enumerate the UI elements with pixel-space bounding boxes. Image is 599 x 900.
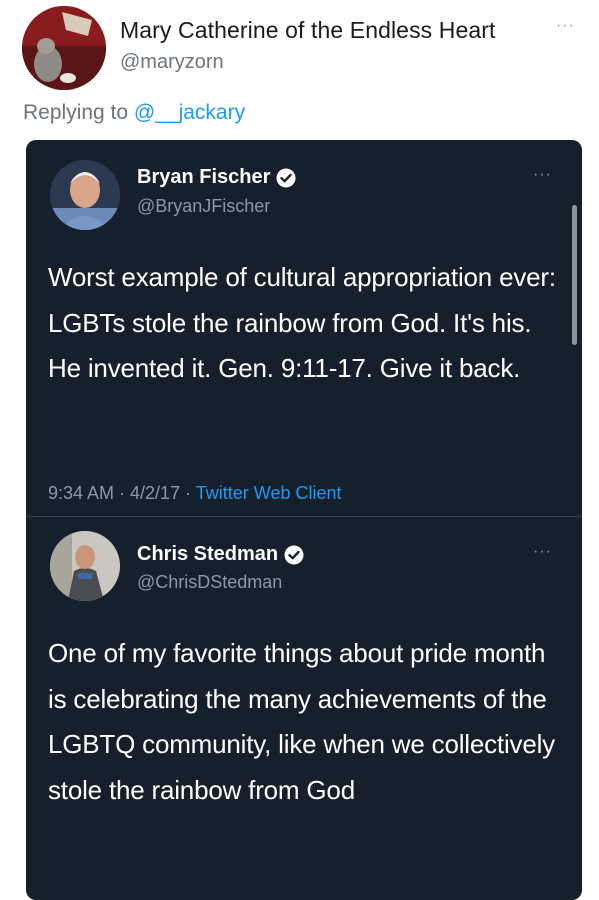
tweet-text: One of my favorite things about pride mo…: [48, 638, 555, 805]
author-name-text: Chris Stedman: [137, 543, 279, 565]
verified-badge-icon: [284, 545, 304, 564]
tweet-text: Worst example of cultural appropriation …: [48, 262, 556, 383]
outer-tweet-header: Mary Catherine of the Endless Heart @mar…: [0, 0, 599, 92]
avatar-photo-icon: [50, 531, 120, 601]
tweet-timestamp: 9:34 AM · 4/2/17 · Twitter Web Client: [48, 483, 341, 504]
quoted-screenshot-card: Bryan Fischer @BryanJFischer ··· Worst e…: [26, 140, 582, 900]
tweet-time[interactable]: 9:34 AM · 4/2/17 ·: [48, 483, 196, 503]
avatar[interactable]: [50, 160, 120, 230]
verified-badge-icon: [276, 168, 296, 187]
author-name-text: Bryan Fischer: [137, 166, 271, 188]
avatar-photo-icon: [22, 6, 106, 90]
avatar[interactable]: [50, 531, 120, 601]
tweet-chris-stedman: Chris Stedman @ChrisDStedman ··· One of …: [26, 517, 582, 897]
replying-mention-link[interactable]: @__jackary: [134, 101, 245, 124]
more-options-icon[interactable]: ···: [533, 543, 552, 561]
tweet-author-name[interactable]: Chris Stedman: [137, 543, 304, 566]
replying-to: Replying to @__jackary: [23, 101, 245, 125]
tweet-author-handle[interactable]: @ChrisDStedman: [137, 572, 282, 593]
tweet-author-handle[interactable]: @BryanJFischer: [137, 196, 270, 217]
outer-user-name[interactable]: Mary Catherine of the Endless Heart: [120, 17, 496, 44]
tweet-author-name[interactable]: Bryan Fischer: [137, 166, 296, 189]
tweet-client-link[interactable]: Twitter Web Client: [196, 483, 342, 503]
tweet-bryan-fischer: Bryan Fischer @BryanJFischer ··· Worst e…: [26, 140, 582, 516]
avatar[interactable]: [22, 6, 106, 90]
more-options-icon[interactable]: ···: [556, 17, 575, 35]
replying-prefix: Replying to: [23, 101, 134, 124]
outer-user-handle[interactable]: @maryzorn: [120, 51, 224, 74]
avatar-photo-icon: [50, 160, 120, 230]
more-options-icon[interactable]: ···: [533, 166, 552, 184]
scrollbar[interactable]: [572, 205, 577, 345]
